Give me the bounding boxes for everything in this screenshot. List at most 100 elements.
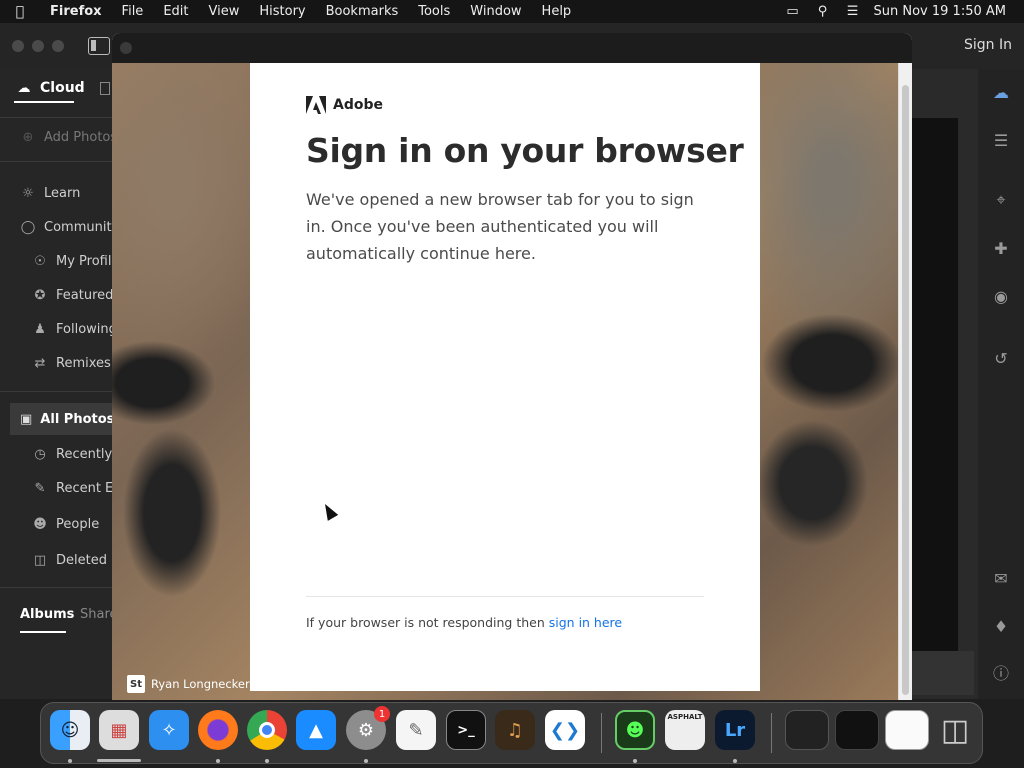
running-indicator (216, 759, 220, 763)
menu-help[interactable]: Help (532, 4, 582, 19)
people-label: People (56, 516, 100, 532)
tab-albums[interactable]: Albums (20, 607, 74, 622)
menu-history[interactable]: History (249, 4, 315, 19)
menu-tools[interactable]: Tools (408, 4, 460, 19)
sidebar-item-all-photos[interactable]: ▣ All Photos (10, 403, 114, 435)
filmstrip (912, 651, 974, 695)
plus-icon: ⊕ (22, 129, 34, 145)
learn-label: Learn (44, 185, 81, 201)
sign-in-message: We've opened a new browser tab for you t… (306, 190, 694, 263)
scrollbar-thumb[interactable] (902, 85, 909, 695)
tab-cloud[interactable]: ☁ Cloud (16, 80, 85, 96)
divider (0, 161, 112, 162)
close-window-button[interactable] (12, 40, 24, 52)
textedit-icon[interactable]: ✎ (396, 710, 436, 750)
system-settings-icon[interactable]: ⚙ 1 (346, 706, 390, 750)
crop-icon[interactable]: ⌖ (990, 189, 1012, 211)
page-background-image: Adobe Sign in on your browser We've open… (112, 63, 898, 700)
deleted-label: Deleted (56, 552, 107, 568)
zoom-window-button[interactable] (52, 40, 64, 52)
my-profile-label: My Profile (56, 253, 120, 269)
settings-notification-badge: 1 (374, 706, 390, 722)
history-icon[interactable]: ↺ (990, 347, 1012, 369)
chrome-icon[interactable] (247, 710, 287, 750)
sidebar-item-remixes[interactable]: ⇄ Remixes (32, 355, 111, 371)
running-indicator (265, 759, 269, 763)
dock-separator (601, 713, 602, 753)
comment-icon[interactable]: ✉ (990, 567, 1012, 589)
adobe-icon (306, 96, 326, 114)
minimized-window-thumbnail-2[interactable] (835, 710, 879, 750)
adobe-stock-badge: St (127, 675, 145, 693)
tag-icon[interactable]: ♦ (990, 615, 1012, 637)
sign-in-here-link[interactable]: sign in here (549, 615, 622, 630)
launchpad-indicator (97, 759, 141, 762)
menu-view[interactable]: View (199, 4, 250, 19)
divider (306, 596, 704, 597)
chrome-center (259, 722, 275, 738)
running-indicator (364, 759, 368, 763)
sidebar-item-deleted[interactable]: ◫ Deleted (32, 552, 107, 568)
photo-credit-name: Ryan Longnecker (151, 677, 250, 691)
menu-edit[interactable]: Edit (153, 4, 198, 19)
award-icon: ✪ (34, 287, 46, 303)
menu-file[interactable]: File (112, 4, 154, 19)
trash-icon[interactable]: ◫ (935, 710, 975, 750)
dock: ☺ ▦ ✧ ▲ ⚙ 1 ✎ >_ ♫ ❮❯ ☻ ASPHALT Lr ◫ (40, 702, 983, 764)
add-person-icon: ♟ (34, 321, 46, 337)
following-label: Following (56, 321, 117, 337)
healing-icon[interactable]: ✚ (990, 237, 1012, 259)
app-store-icon[interactable]: ▲ (296, 710, 336, 750)
spotlight-search-icon[interactable]: ⚲ (814, 4, 832, 19)
adobe-logo: Adobe (306, 96, 383, 114)
dock-separator (771, 713, 772, 753)
cloud-icon: ☁ (17, 80, 31, 96)
sidebar-toggle-icon[interactable] (88, 37, 110, 55)
minimized-window-thumbnail-1[interactable] (785, 710, 829, 750)
sidebar-item-people[interactable]: ☻ People (32, 516, 99, 532)
photo-grid-area (912, 118, 958, 674)
lightroom-sidebar: ☁ Cloud ⊕ Add Photos ☼ Learn ◯ Community… (0, 69, 158, 699)
cloud-sync-icon[interactable]: ☁ (990, 81, 1012, 103)
clock-icon: ◷ (34, 446, 46, 462)
asphalt-game-icon[interactable]: ASPHALT (665, 710, 705, 750)
sidebar-item-learn[interactable]: ☼ Learn (20, 185, 80, 201)
sign-in-button[interactable]: Sign In (964, 37, 1012, 53)
menubar-clock[interactable]: Sun Nov 19 1:50 AM (874, 4, 1006, 19)
info-icon[interactable]: ⓘ (990, 661, 1012, 683)
menu-bookmarks[interactable]: Bookmarks (316, 4, 409, 19)
firefox-icon[interactable] (198, 710, 238, 750)
menu-window[interactable]: Window (460, 4, 531, 19)
minimize-window-button[interactable] (32, 40, 44, 52)
launchpad-icon[interactable]: ▦ (99, 710, 139, 750)
sidebar-item-my-profile[interactable]: ☉ My Profile (32, 253, 119, 269)
garageband-icon[interactable]: ♫ (495, 710, 535, 750)
device-icon[interactable] (100, 82, 110, 95)
add-photos-button[interactable]: ⊕ Add Photos (20, 129, 118, 145)
minimized-window-thumbnail-3[interactable] (885, 710, 929, 750)
apple-icon[interactable]:  (0, 4, 40, 20)
adobe-brand-text: Adobe (333, 97, 383, 113)
globe-icon: ◯ (20, 219, 36, 235)
community-label: Community (44, 219, 120, 235)
tab-cloud-label: Cloud (40, 80, 85, 96)
screen-mirroring-icon[interactable]: ▭ (784, 4, 802, 19)
masking-icon[interactable]: ◉ (990, 285, 1012, 307)
lightbulb-icon: ☼ (22, 185, 34, 201)
control-center-icon[interactable]: ☰ (844, 4, 862, 19)
sidebar-item-following[interactable]: ♟ Following (32, 321, 117, 337)
sidebar-item-featured[interactable]: ✪ Featured (32, 287, 114, 303)
window-close-button[interactable] (120, 42, 132, 54)
finder-icon[interactable]: ☺ (50, 710, 90, 750)
vscode-icon[interactable]: ❮❯ (545, 710, 585, 750)
sidebar-item-community[interactable]: ◯ Community (20, 219, 120, 235)
terminal-icon[interactable]: >_ (446, 710, 486, 750)
safari-icon[interactable]: ✧ (149, 710, 189, 750)
menu-app-firefox[interactable]: Firefox (40, 4, 112, 19)
page-scrollbar[interactable] (898, 63, 912, 700)
anonymous-mask-icon[interactable]: ☻ (615, 710, 655, 750)
lightroom-icon[interactable]: Lr (715, 710, 755, 750)
photo-credit[interactable]: St Ryan Longnecker (127, 675, 250, 693)
sliders-icon[interactable]: ☰ (990, 129, 1012, 151)
page-title: Sign in on your browser (306, 131, 744, 170)
